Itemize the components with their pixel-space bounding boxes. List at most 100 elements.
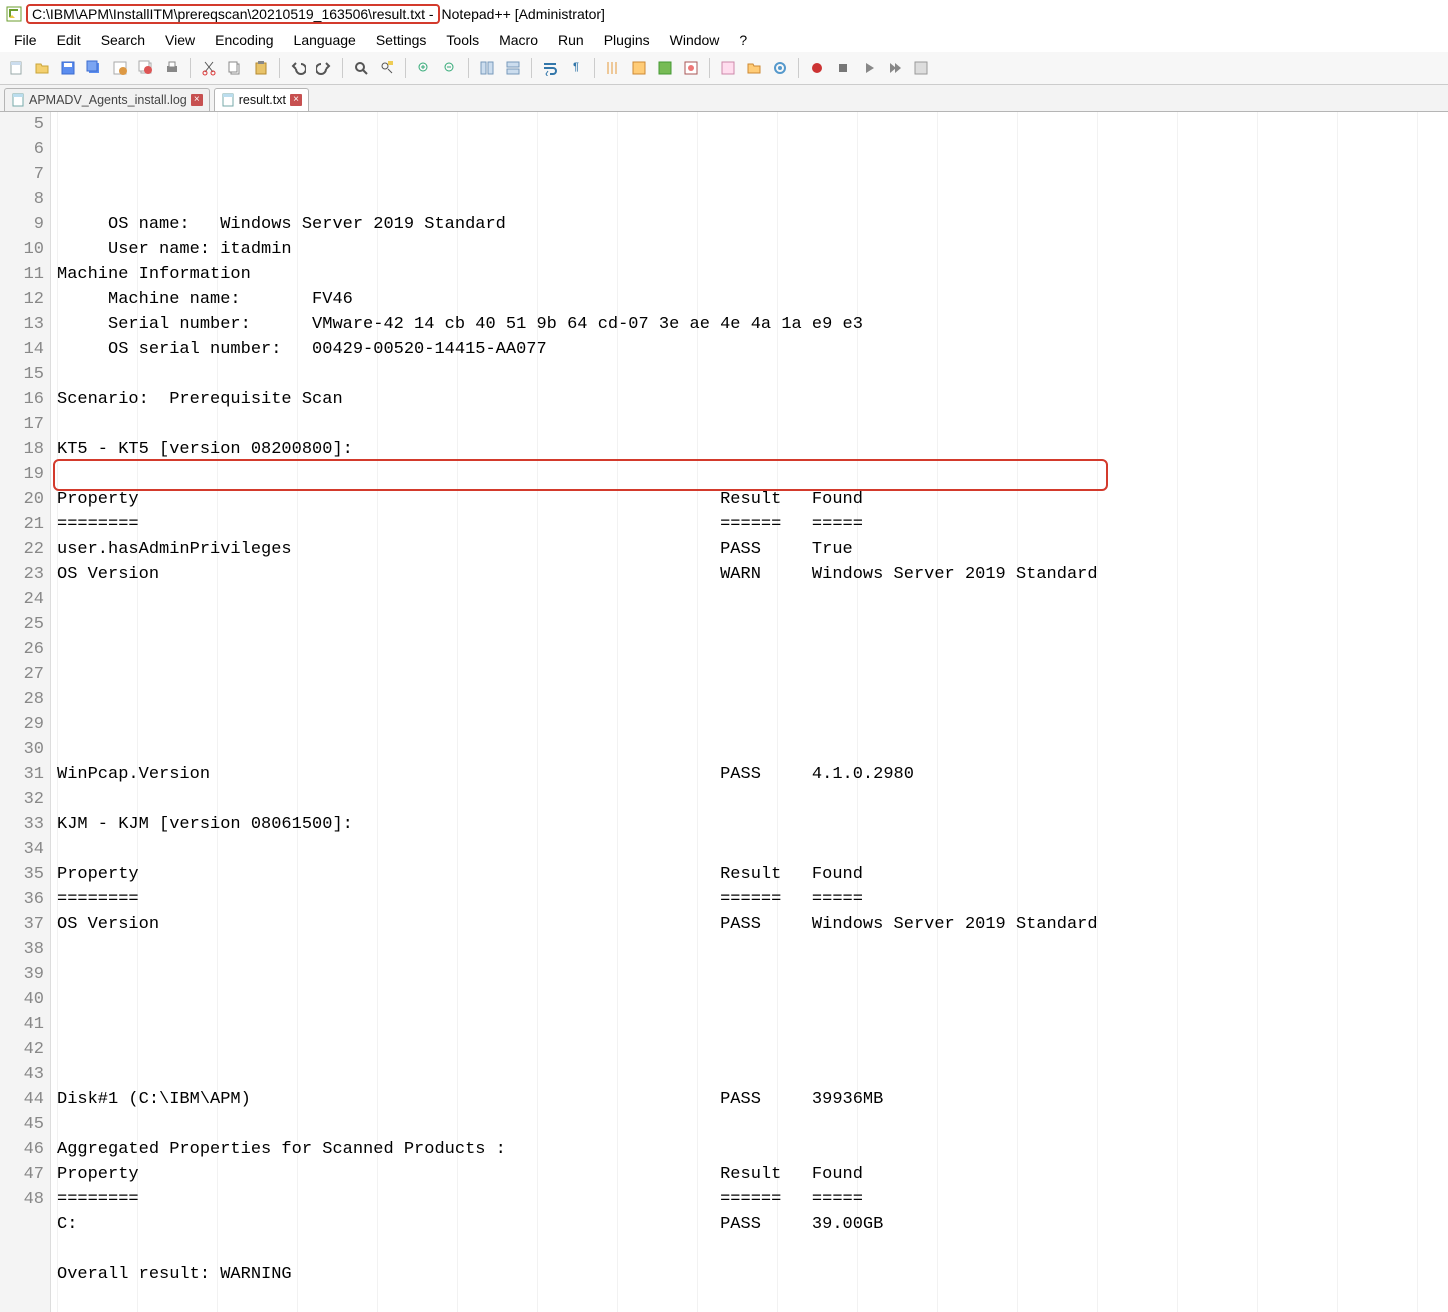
- line-number: 7: [0, 162, 44, 187]
- menu-window[interactable]: Window: [660, 30, 730, 50]
- stop-macro-icon[interactable]: [831, 56, 855, 80]
- code-line[interactable]: [57, 837, 1448, 862]
- play-macro-icon[interactable]: [857, 56, 881, 80]
- zoom-in-icon[interactable]: [412, 56, 436, 80]
- code-line[interactable]: user.hasAdminPrivileges PASS True: [57, 537, 1448, 562]
- open-file-icon[interactable]: [30, 56, 54, 80]
- code-line[interactable]: ======== ====== =====: [57, 887, 1448, 912]
- zoom-out-icon[interactable]: [438, 56, 462, 80]
- code-line[interactable]: [57, 1287, 1448, 1312]
- code-line[interactable]: OS Version WARN Windows Server 2019 Stan…: [57, 562, 1448, 587]
- indent-guide-icon[interactable]: [601, 56, 625, 80]
- code-line[interactable]: [57, 1237, 1448, 1262]
- save-icon[interactable]: [56, 56, 80, 80]
- code-line[interactable]: ======== ====== =====: [57, 1187, 1448, 1212]
- code-line[interactable]: KT5 - KT5 [version 08200800]:: [57, 437, 1448, 462]
- func-list-icon[interactable]: [716, 56, 740, 80]
- wordwrap-icon[interactable]: [538, 56, 562, 80]
- code-line[interactable]: [57, 587, 1448, 612]
- menu-encoding[interactable]: Encoding: [205, 30, 283, 50]
- code-line[interactable]: Machine Information: [57, 262, 1448, 287]
- show-all-chars-icon[interactable]: ¶: [564, 56, 588, 80]
- menu-tools[interactable]: Tools: [436, 30, 489, 50]
- code-line[interactable]: Property Result Found: [57, 862, 1448, 887]
- code-line[interactable]: [57, 1062, 1448, 1087]
- code-line[interactable]: [57, 1012, 1448, 1037]
- code-line[interactable]: [57, 737, 1448, 762]
- doc-list-icon[interactable]: [679, 56, 703, 80]
- close-icon[interactable]: ×: [290, 94, 302, 106]
- menu-search[interactable]: Search: [91, 30, 155, 50]
- doc-map-icon[interactable]: [653, 56, 677, 80]
- code-line[interactable]: WinPcap.Version PASS 4.1.0.2980: [57, 762, 1448, 787]
- print-icon[interactable]: [160, 56, 184, 80]
- menu-settings[interactable]: Settings: [366, 30, 437, 50]
- title-file-path: C:\IBM\APM\InstallITM\prereqscan\2021051…: [26, 4, 440, 24]
- sync-v-icon[interactable]: [475, 56, 499, 80]
- code-line[interactable]: Serial number: VMware-42 14 cb 40 51 9b …: [57, 312, 1448, 337]
- editor[interactable]: 5678910111213141516171819202122232425262…: [0, 112, 1448, 1312]
- menu-view[interactable]: View: [155, 30, 205, 50]
- menu-[interactable]: ?: [729, 30, 757, 50]
- code-line[interactable]: Aggregated Properties for Scanned Produc…: [57, 1137, 1448, 1162]
- menu-macro[interactable]: Macro: [489, 30, 548, 50]
- close-file-icon[interactable]: [108, 56, 132, 80]
- code-line[interactable]: Property Result Found: [57, 1162, 1448, 1187]
- close-icon[interactable]: ×: [191, 94, 203, 106]
- menu-edit[interactable]: Edit: [47, 30, 91, 50]
- save-macro-icon[interactable]: [909, 56, 933, 80]
- code-line[interactable]: [57, 662, 1448, 687]
- code-line[interactable]: OS serial number: 00429-00520-14415-AA07…: [57, 337, 1448, 362]
- record-macro-icon[interactable]: [805, 56, 829, 80]
- menu-plugins[interactable]: Plugins: [594, 30, 660, 50]
- code-area[interactable]: OS name: Windows Server 2019 Standard Us…: [51, 112, 1448, 1312]
- code-line[interactable]: [57, 462, 1448, 487]
- close-all-icon[interactable]: [134, 56, 158, 80]
- folder-as-workspace-icon[interactable]: [742, 56, 766, 80]
- code-line[interactable]: [57, 1037, 1448, 1062]
- paste-icon[interactable]: [249, 56, 273, 80]
- line-number: 16: [0, 387, 44, 412]
- menu-run[interactable]: Run: [548, 30, 594, 50]
- code-line[interactable]: [57, 962, 1448, 987]
- code-line[interactable]: [57, 987, 1448, 1012]
- copy-icon[interactable]: [223, 56, 247, 80]
- code-line[interactable]: ======== ====== =====: [57, 512, 1448, 537]
- code-line[interactable]: [57, 787, 1448, 812]
- code-line[interactable]: C: PASS 39.00GB: [57, 1212, 1448, 1237]
- save-all-icon[interactable]: [82, 56, 106, 80]
- find-icon[interactable]: [349, 56, 373, 80]
- sync-h-icon[interactable]: [501, 56, 525, 80]
- code-line[interactable]: [57, 1112, 1448, 1137]
- play-multi-icon[interactable]: [883, 56, 907, 80]
- tab-result-txt[interactable]: result.txt×: [214, 88, 309, 111]
- redo-icon[interactable]: [312, 56, 336, 80]
- code-line[interactable]: KJM - KJM [version 08061500]:: [57, 812, 1448, 837]
- menu-file[interactable]: File: [4, 30, 47, 50]
- code-line[interactable]: Machine name: FV46: [57, 287, 1448, 312]
- menu-language[interactable]: Language: [284, 30, 366, 50]
- code-line[interactable]: [57, 412, 1448, 437]
- line-number: 27: [0, 662, 44, 687]
- tab-apmadv-agents-install-log[interactable]: APMADV_Agents_install.log×: [4, 88, 210, 111]
- code-line[interactable]: OS Version PASS Windows Server 2019 Stan…: [57, 912, 1448, 937]
- code-line[interactable]: User name: itadmin: [57, 237, 1448, 262]
- code-line[interactable]: [57, 687, 1448, 712]
- user-lang-icon[interactable]: [627, 56, 651, 80]
- cut-icon[interactable]: [197, 56, 221, 80]
- code-line[interactable]: [57, 712, 1448, 737]
- code-line[interactable]: Property Result Found: [57, 487, 1448, 512]
- line-number: 33: [0, 812, 44, 837]
- code-line[interactable]: OS name: Windows Server 2019 Standard: [57, 212, 1448, 237]
- code-line[interactable]: [57, 362, 1448, 387]
- code-line[interactable]: [57, 637, 1448, 662]
- new-file-icon[interactable]: [4, 56, 28, 80]
- monitoring-icon[interactable]: [768, 56, 792, 80]
- code-line[interactable]: [57, 612, 1448, 637]
- undo-icon[interactable]: [286, 56, 310, 80]
- code-line[interactable]: Scenario: Prerequisite Scan: [57, 387, 1448, 412]
- code-line[interactable]: Overall result: WARNING: [57, 1262, 1448, 1287]
- code-line[interactable]: [57, 937, 1448, 962]
- code-line[interactable]: Disk#1 (C:\IBM\APM) PASS 39936MB: [57, 1087, 1448, 1112]
- replace-icon[interactable]: [375, 56, 399, 80]
